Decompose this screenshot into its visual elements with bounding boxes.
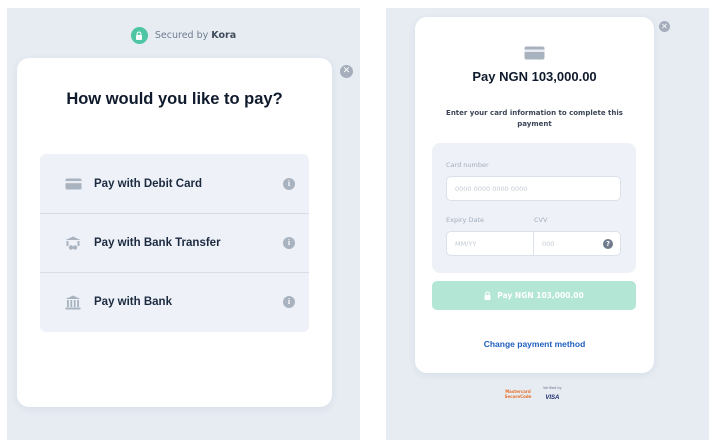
card-icon (524, 45, 545, 64)
security-badges: Mastercard SecureCode Verified by VISA (503, 386, 562, 401)
cvv-label: CVV (534, 216, 548, 224)
option-label: Pay with Debit Card (94, 177, 202, 190)
mastercard-securecode-logo: Mastercard SecureCode (504, 388, 532, 399)
help-icon[interactable]: ? (603, 239, 613, 249)
info-icon[interactable]: i (283, 177, 295, 190)
brand-name: Kora (211, 30, 237, 41)
secured-by-text: Secured by Kora (154, 30, 237, 41)
verified-by-text: Verified by (543, 386, 562, 390)
expiry-date-input[interactable]: MM/YY (447, 232, 533, 255)
payment-options-card: How would you like to pay? Pay with Debi… (17, 58, 332, 407)
page-title: How would you like to pay? (66, 90, 283, 108)
verified-by-visa-logo: Verified by VISA (543, 386, 562, 401)
secured-by-badge: Secured by Kora (7, 27, 360, 44)
card-form: Card number 0000 0000 0000 0000 Expiry D… (432, 143, 636, 273)
lock-icon (130, 27, 148, 44)
card-payment-form-card: Pay NGN 103,000.00 Enter your card infor… (415, 17, 654, 373)
expiry-date-label: Expiry Date (446, 216, 485, 224)
close-button[interactable]: ✕ (659, 21, 670, 32)
bank-transfer-icon (64, 236, 82, 250)
option-label: Pay with Bank (94, 296, 172, 308)
option-debit-card[interactable]: Pay with Debit Card i (40, 154, 309, 213)
option-bank[interactable]: Pay with Bank i (40, 272, 309, 331)
cvv-placeholder: 000 (542, 239, 555, 248)
pay-button-label: Pay NGN 103,000.00 (497, 291, 584, 300)
payment-amount-title: Pay NGN 103,000.00 (472, 69, 597, 84)
bank-icon (64, 295, 82, 309)
cvv-input[interactable]: 000 ? (533, 232, 620, 255)
expiry-cvv-row: MM/YY 000 ? (446, 231, 621, 256)
visa-text: VISA (545, 395, 560, 401)
card-number-input[interactable]: 0000 0000 0000 0000 (446, 176, 621, 201)
info-icon[interactable]: i (283, 296, 295, 308)
option-label: Pay with Bank Transfer (94, 237, 221, 249)
info-icon[interactable]: i (283, 237, 295, 249)
payment-method-screen: Secured by Kora ✕ How would you like to … (7, 8, 360, 440)
card-icon (64, 177, 82, 191)
option-bank-transfer[interactable]: Pay with Bank Transfer i (40, 213, 309, 272)
close-button[interactable]: ✕ (340, 65, 353, 78)
card-payment-screen: ✕ Pay NGN 103,000.00 Enter your card inf… (386, 8, 709, 440)
lock-icon (484, 291, 491, 300)
change-payment-method-link[interactable]: Change payment method (415, 339, 654, 349)
instruction-text: Enter your card information to complete … (446, 109, 623, 128)
payment-options-list: Pay with Debit Card i Pay with Bank Tran… (40, 154, 309, 332)
pay-button[interactable]: Pay NGN 103,000.00 (432, 281, 636, 310)
card-number-label: Card number (446, 161, 489, 169)
